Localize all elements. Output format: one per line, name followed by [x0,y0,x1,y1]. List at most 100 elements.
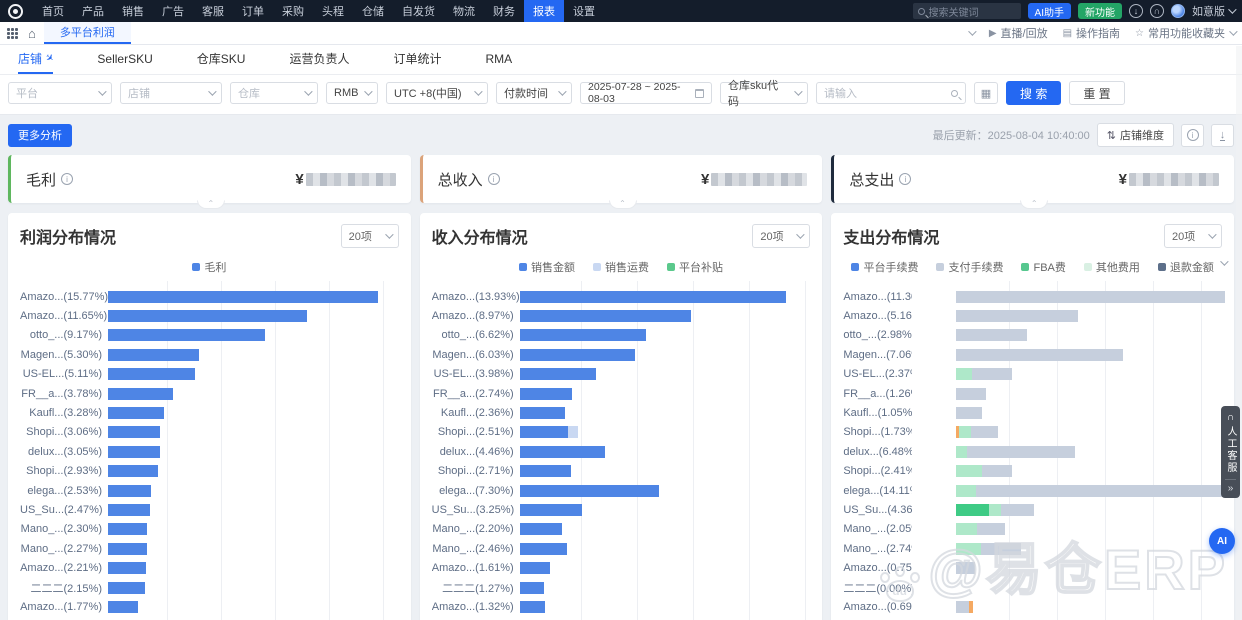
menu-item-财务[interactable]: 财务 [484,0,524,22]
apps-grid-icon[interactable] [7,28,18,39]
bar-segment[interactable] [520,523,562,535]
shop-select[interactable]: 店铺 [120,82,222,104]
reset-button[interactable]: 重 置 [1069,81,1124,105]
legend-item[interactable]: 销售金额 [519,259,575,275]
tab-SellerSKU[interactable]: SellerSKU [97,45,152,74]
top-n-select[interactable]: 20项 [341,224,399,248]
currency-select[interactable]: RMB [326,82,378,104]
legend-item[interactable]: 销售运费 [593,259,649,275]
new-feature-button[interactable]: 新功能 [1078,3,1122,19]
bar-segment[interactable] [982,465,1012,477]
bar-segment[interactable] [520,368,596,380]
legend-item[interactable]: 毛利 [192,259,226,275]
bar-segment[interactable] [520,426,568,438]
open-tab-multi-platform-profit[interactable]: 多平台利润 [44,22,131,44]
collapse-handle[interactable]: ⌃ [197,200,225,209]
legend-item[interactable]: 平台手续费 [851,259,918,275]
info-icon[interactable]: i [488,173,500,185]
bar-segment[interactable] [976,485,1233,497]
bar-segment[interactable] [520,329,647,341]
more-analysis-button[interactable]: 更多分析 [8,124,72,147]
bar-segment[interactable] [977,523,1005,535]
menu-item-广告[interactable]: 广告 [153,0,193,22]
tab-店铺[interactable]: 店铺✈ [18,45,53,74]
tab-仓库SKU[interactable]: 仓库SKU [197,45,246,74]
bar-segment[interactable] [108,543,147,555]
tab-运营负责人[interactable]: 运营负责人 [289,45,349,74]
bar-segment[interactable] [108,368,195,380]
bar-segment[interactable] [959,426,971,438]
bar-segment[interactable] [108,349,199,361]
menu-item-产品[interactable]: 产品 [73,0,113,22]
date-range-picker[interactable]: 2025-07-28 ~ 2025-08-03 [580,82,712,104]
bar-segment[interactable] [956,465,982,477]
bar-segment[interactable] [108,329,265,341]
legend-item[interactable]: FBA费 [1021,259,1065,275]
timezone-select[interactable]: UTC +8(中国) [386,82,488,104]
legend-collapse-icon[interactable] [1220,257,1228,265]
bar-segment[interactable] [956,291,1224,303]
bar-segment[interactable] [568,426,579,438]
bar-segment[interactable] [956,446,967,458]
menu-item-报表[interactable]: 报表 [524,0,564,22]
edition-switcher[interactable]: 如意版 [1192,3,1234,19]
global-search-input[interactable]: 搜索关键词 [913,3,1021,19]
bar-segment[interactable] [971,426,998,438]
tab-RMA[interactable]: RMA [485,45,512,74]
ai-floating-button[interactable]: AI [1209,528,1235,554]
headset-support-icon[interactable]: ∩ [1150,4,1164,18]
bar-segment[interactable] [108,310,307,322]
bar-segment[interactable] [108,562,146,574]
bar-segment[interactable] [956,562,974,574]
info-button[interactable]: i [1181,124,1204,147]
bar-segment[interactable] [956,310,1078,322]
bar-segment[interactable] [520,388,572,400]
keyword-input[interactable]: 请输入 [816,82,966,104]
bar-segment[interactable] [956,485,976,497]
dimension-switch-button[interactable]: ⇅ 店铺维度 [1097,123,1174,147]
pin-icon[interactable]: ✈ [42,52,55,66]
customer-service-widget[interactable]: ∩ 人工客服 » [1221,406,1240,498]
bar-segment[interactable] [108,291,378,303]
bar-segment[interactable] [967,446,1074,458]
bar-segment[interactable] [108,523,147,535]
collapse-chevron-icon[interactable] [968,27,976,35]
info-icon[interactable]: i [899,173,911,185]
bar-segment[interactable] [520,485,660,497]
menu-item-设置[interactable]: 设置 [564,0,604,22]
bar-segment[interactable] [981,543,1021,555]
sku-type-select[interactable]: 仓库sku代码 [720,82,808,104]
bar-segment[interactable] [108,582,145,594]
info-icon[interactable]: i [61,173,73,185]
collapse-handle[interactable]: ⌃ [1020,200,1048,209]
bar-segment[interactable] [1001,504,1034,516]
batch-input-button[interactable]: ▦ [974,82,998,104]
legend-item[interactable]: 支付手续费 [936,259,1003,275]
bar-segment[interactable] [108,446,160,458]
legend-item[interactable]: 退款金额 [1158,259,1214,275]
home-icon[interactable]: ⌂ [28,26,36,41]
menu-item-客服[interactable]: 客服 [193,0,233,22]
bar-segment[interactable] [520,310,692,322]
tab-订单统计[interactable]: 订单统计 [393,45,441,74]
platform-select[interactable]: 平台 [8,82,112,104]
bar-segment[interactable] [956,523,977,535]
menu-item-订单[interactable]: 订单 [233,0,273,22]
bar-segment[interactable] [108,426,160,438]
warehouse-select[interactable]: 仓库 [230,82,318,104]
favorites-menu[interactable]: ☆ 常用功能收藏夹 [1135,25,1235,41]
menu-item-首页[interactable]: 首页 [33,0,73,22]
top-n-select[interactable]: 20项 [752,224,810,248]
bar-segment[interactable] [520,504,582,516]
bar-segment[interactable] [956,388,985,400]
bar-segment[interactable] [108,504,150,516]
operation-guide-link[interactable]: ▤ 操作指南 [1063,25,1120,41]
bar-segment[interactable] [956,329,1027,341]
bar-segment[interactable] [520,407,565,419]
bar-segment[interactable] [956,349,1123,361]
bar-segment[interactable] [520,582,544,594]
expand-panel-icon[interactable]: » [1228,483,1234,494]
bar-segment[interactable] [956,601,968,613]
legend-item[interactable]: 平台补贴 [667,259,723,275]
bar-segment[interactable] [108,388,173,400]
